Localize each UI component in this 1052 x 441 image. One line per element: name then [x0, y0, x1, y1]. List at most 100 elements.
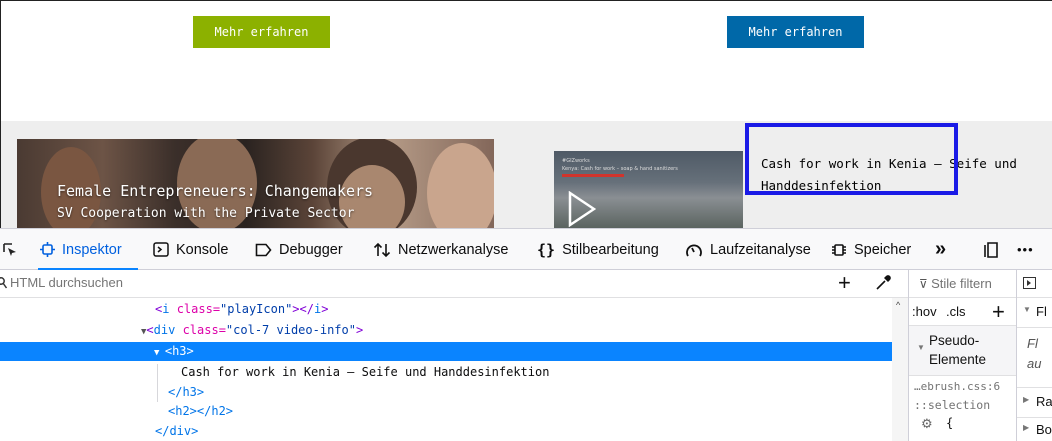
rule-gear-icon[interactable]: ⚙ [921, 416, 933, 432]
tab-label: Laufzeitanalyse [710, 241, 811, 258]
markup-punct: > [355, 323, 364, 337]
tab-label: Debugger [279, 241, 343, 258]
markup-attr-name: class= [175, 323, 226, 337]
html-search-input[interactable] [10, 275, 710, 290]
markup-node-h3-close[interactable]: </h3> [0, 383, 892, 402]
search-icon [0, 277, 8, 289]
rule-selector: ::selection [914, 398, 991, 412]
debugger-icon [255, 243, 272, 257]
markup-node-h3-selected[interactable]: ▼ <h3> [0, 342, 892, 361]
sidebar-toggle-icon[interactable] [1023, 277, 1036, 289]
markup-tagname: <h2></h2> [168, 404, 234, 418]
network-icon [373, 242, 391, 258]
scroll-up-arrow-icon[interactable]: ^ [896, 300, 900, 310]
tab-label: Speicher [854, 241, 912, 258]
tab-network[interactable]: Netzwerkanalyse [373, 229, 508, 270]
storage-icon [831, 242, 847, 258]
tab-debugger[interactable]: Debugger [255, 229, 343, 270]
collapse-triangle-icon: ▼ [1023, 305, 1031, 314]
sidebar-toggle-arrow [1027, 280, 1031, 286]
pseudo-elements-label: Pseudo-Elemente [929, 333, 987, 367]
markup-node-i[interactable]: <i class="playIcon"></i> [0, 300, 892, 319]
markup-punct: ></ [292, 302, 314, 316]
collapse-triangle-icon: ▼ [917, 343, 925, 352]
rule-open-brace: { [946, 416, 954, 430]
expand-triangle-icon: ▶ [1023, 395, 1030, 404]
inspector-highlight-overlay [745, 123, 958, 195]
devtools-toolbar: Inspektor Konsole Debugger Netzwerkanaly… [0, 228, 1052, 270]
filter-placeholder: Stile filtern [931, 276, 992, 291]
inspector-icon [40, 242, 55, 257]
layout-section-flexbox[interactable]: ▼ Fl [1017, 298, 1052, 328]
thumbnail-accent-bar [562, 174, 624, 177]
layout-side-panel: ▼ Fl Fl au ▶ Ra ▶ Bo [1016, 270, 1052, 441]
markup-punct: > [321, 302, 329, 316]
markup-tree: <i class="playIcon"></i> ▼<div class="co… [0, 298, 892, 441]
rule-source-link[interactable]: …ebrush.css:6 [914, 380, 1000, 393]
tab-performance[interactable]: Laufzeitanalyse [685, 229, 811, 270]
tabs-overflow-button[interactable]: » [935, 229, 946, 270]
markup-tagname: </div> [155, 424, 199, 438]
console-icon [153, 242, 169, 257]
mehr-erfahren-button-right[interactable]: Mehr erfahren [727, 16, 864, 48]
markup-text: Cash for work in Kenia – Seife und Handd… [181, 365, 550, 379]
markup-node-div-close[interactable]: </div> [0, 422, 892, 441]
play-icon[interactable] [568, 191, 596, 227]
section-label: Bo [1036, 422, 1052, 437]
thumbnail-caption: Kenya: Cash for work – soap & hand sanit… [562, 166, 678, 172]
element-picker-icon [3, 242, 16, 256]
tab-label: Inspektor [62, 241, 122, 258]
thumbnail-hashtag: #GIZworks [562, 158, 590, 164]
performance-icon [685, 242, 703, 258]
layout-panel-header [1017, 270, 1052, 298]
dock-options-button[interactable] [983, 229, 999, 270]
video-thumbnail-female-entrepreneurs[interactable]: Female Entrepreneuers: Changemakers SV C… [17, 139, 494, 228]
markup-scrollbar[interactable] [892, 298, 908, 441]
style-editor-icon: {} [537, 240, 556, 259]
hov-toggle[interactable]: :hov [912, 304, 937, 319]
layout-flexbox-info: Fl au [1017, 328, 1052, 388]
markup-search-bar [0, 270, 908, 298]
tab-style-editor[interactable]: {} Stilbearbeitung [537, 229, 659, 270]
video-title: Female Entrepreneuers: Changemakers [57, 182, 374, 200]
markup-tagname: <h3> [164, 344, 194, 358]
expand-triangle-icon: ▶ [1023, 423, 1030, 432]
tab-console[interactable]: Konsole [153, 229, 228, 270]
layout-section-box-model[interactable]: ▶ Bo [1017, 418, 1052, 441]
markup-node-h2[interactable]: <h2></h2> [0, 402, 892, 421]
cls-toggle[interactable]: .cls [946, 304, 966, 319]
expand-triangle-icon[interactable]: ▼ [154, 348, 165, 358]
tab-label: Netzwerkanalyse [398, 241, 509, 258]
thumbnail-person [427, 143, 494, 228]
rules-panel: ⊽ Stile filtern :hov .cls + ▼ Pseudo-Ele… [908, 270, 1016, 441]
video-subtitle: SV Cooperation with the Private Sector [57, 206, 355, 221]
markup-attr-value: "col-7 video-info" [225, 323, 356, 337]
indent-guide [157, 364, 158, 402]
rules-filter-bar[interactable]: ⊽ Stile filtern [909, 270, 1016, 298]
tab-storage[interactable]: Speicher [831, 229, 911, 270]
element-picker-button[interactable] [3, 229, 25, 270]
rules-toolbar: :hov .cls + [909, 298, 1016, 326]
mehr-erfahren-button-left[interactable]: Mehr erfahren [193, 16, 330, 48]
video-thumbnail-cash-for-work[interactable]: #GIZworks Kenya: Cash for work – soap & … [554, 151, 743, 228]
rules-filter-field: ⊽ Stile filtern [919, 276, 992, 291]
web-page-viewport: Mehr erfahren Mehr erfahren Female Entre… [0, 0, 1052, 228]
section-label: Fl [1036, 304, 1047, 319]
markup-text-node[interactable]: Cash for work in Kenia – Seife und Handd… [0, 363, 892, 382]
add-rule-button[interactable]: + [992, 299, 1005, 325]
add-node-button[interactable]: + [838, 272, 851, 294]
more-options-button[interactable]: ••• [1017, 229, 1034, 270]
markup-tagname: </h3> [168, 385, 205, 399]
info-text: au [1027, 356, 1042, 371]
markup-attr-value: "playIcon" [220, 302, 293, 316]
markup-punct: < [146, 323, 154, 337]
markup-tagname: div [153, 323, 176, 337]
tab-label: Stilbearbeitung [562, 241, 659, 258]
layout-section-grid[interactable]: ▶ Ra [1017, 388, 1052, 418]
markup-node-div[interactable]: ▼<div class="col-7 video-info"> [0, 321, 892, 340]
section-label: Ra [1036, 394, 1052, 409]
tab-label: Konsole [176, 241, 229, 258]
pseudo-elements-toggle[interactable]: ▼ Pseudo-Elemente [909, 326, 1016, 376]
eyedropper-icon[interactable] [874, 274, 892, 292]
tab-inspector[interactable]: Inspektor [40, 229, 122, 270]
